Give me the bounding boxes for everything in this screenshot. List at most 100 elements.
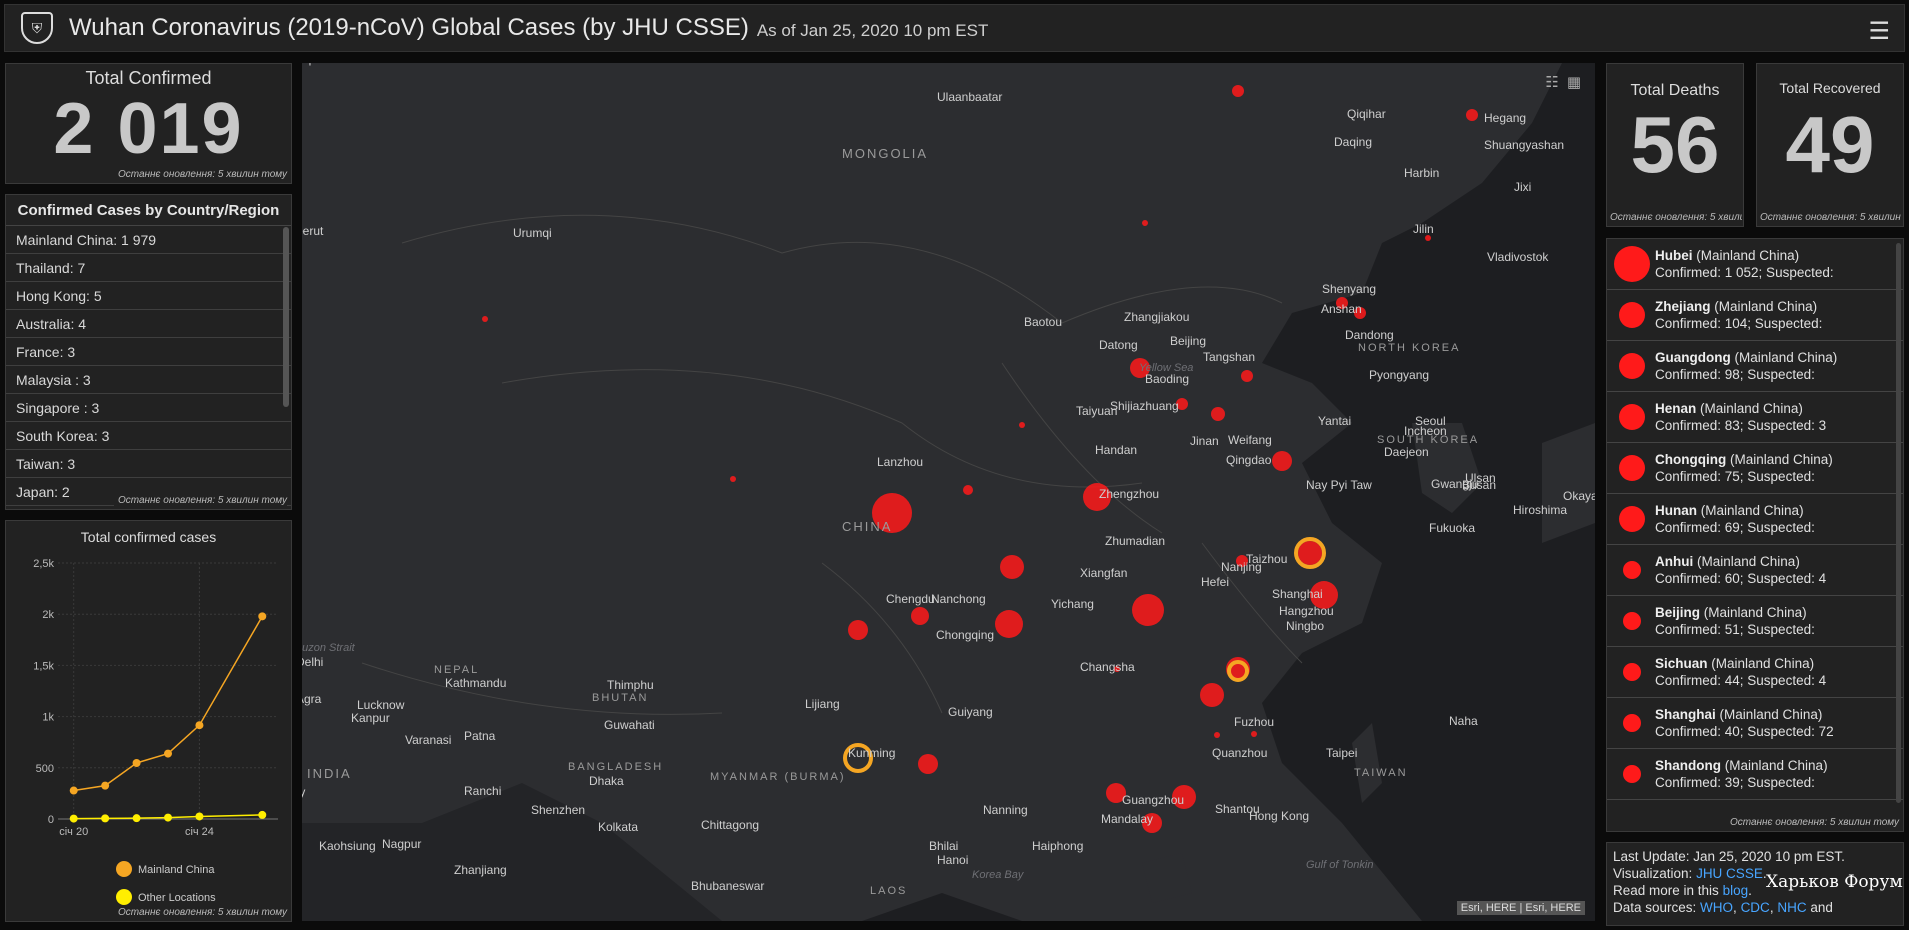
country-list-item[interactable]: Singapore : 3 [6,394,291,422]
case-dot-icon [1619,455,1645,481]
case-dot-icon [1623,714,1641,732]
jhu-shield-icon: ⛨ [21,12,53,44]
case-dot-icon [1619,506,1645,532]
map-view[interactable]: MONGOLIA CHINA INDIA NEPAL BHUTAN BANGLADESH M… [302,63,1595,921]
case-marker[interactable] [911,607,929,625]
case-marker[interactable] [730,476,736,482]
nhc-link[interactable]: NHC [1777,900,1806,915]
case-dot-icon [1623,612,1641,630]
case-marker[interactable] [482,316,488,322]
case-marker[interactable] [1298,541,1322,565]
city-label: Luzon Strait [302,642,356,654]
total-deaths-value: 56 [1630,100,1720,189]
total-deaths-label: Total Deaths [1630,82,1720,99]
country-label: MYANMAR (BURMA) [710,771,846,783]
case-marker[interactable] [1000,555,1024,579]
region-list-item[interactable]: Hunan (Mainland China) Confirmed: 69; Sus… [1607,494,1903,545]
country-panel-header: Confirmed Cases by Country/Region [6,195,291,226]
region-list-item[interactable]: Guangdong (Mainland China) Confirmed: 98;… [1607,341,1903,392]
chart-title: Total confirmed cases [80,529,217,545]
city-label: Guangzhou [1122,793,1184,807]
city-label: Qiqihar [1347,107,1386,121]
region-list-item[interactable]: Beijing (Mainland China) Confirmed: 51; S… [1607,596,1903,647]
read-more-prefix: Read more in this [1613,883,1723,898]
last-updated-note: Останнє оновлення: 5 хвилин тому [1725,817,1899,828]
region-name: Shanghai [1655,707,1716,722]
city-label: Chongqing [936,628,994,642]
city-label: Zhengzhou [1099,487,1159,501]
country-list-item[interactable]: Thailand: 7 [6,254,291,282]
city-label: Ningbo [1286,619,1324,633]
city-label: Guwahati [604,718,655,732]
city-label: Shenyang [1322,282,1376,296]
map-canvas[interactable]: MONGOLIA CHINA INDIA NEPAL BHUTAN BANGLADESH M… [302,63,1595,921]
data-point [69,786,78,795]
data-sources-prefix: Data sources: [1613,900,1701,915]
country-list-item[interactable]: Mainland China: 1 979 [6,226,291,254]
country-list-scrollbar[interactable] [283,227,289,407]
total-recovered-value: 49 [1785,100,1875,189]
list-view-icon[interactable]: ☷ [1545,73,1558,91]
case-marker[interactable] [963,485,973,495]
city-label: Mandalay [1101,812,1153,826]
country-list-item[interactable]: Taiwan: 3 [6,450,291,478]
case-marker[interactable] [1232,85,1244,97]
case-marker[interactable] [1214,732,1220,738]
region-list-item[interactable]: Sichuan (Mainland China) Confirmed: 44; S… [1607,647,1903,698]
data-point [101,781,110,790]
city-label: Fukuoka [1429,521,1475,535]
country-list-item[interactable]: Hong Kong: 5 [6,282,291,310]
blog-link[interactable]: blog [1723,883,1749,898]
city-label: Patna [464,729,496,743]
country-label: BHUTAN [592,692,648,704]
last-updated-note: Останнє оновлення: 5 хвилин тому [117,169,287,180]
country-list-item[interactable]: Malaysia : 3 [6,366,291,394]
cdc-link[interactable]: CDC [1741,900,1770,915]
case-marker[interactable] [1466,109,1478,121]
total-confirmed-label: Total Confirmed [85,68,212,88]
region-place: (Mainland China) [1700,503,1804,518]
country-list-item[interactable]: France: 3 [6,338,291,366]
case-marker[interactable] [848,620,868,640]
case-marker[interactable] [1200,683,1224,707]
case-marker[interactable] [1251,731,1257,737]
data-point [132,758,141,767]
hainan-land [1142,853,1192,903]
region-list-item[interactable]: Henan (Mainland China) Confirmed: 83; Sus… [1607,392,1903,443]
region-name: Henan [1655,401,1697,416]
city-label: Yantai [1318,414,1351,428]
case-marker[interactable] [1272,451,1292,471]
who-link[interactable]: WHO [1700,900,1733,915]
region-list-item[interactable]: Hubei (Mainland China) Confirmed: 1 052; … [1607,239,1903,290]
region-list-item[interactable]: Chongqing (Mainland China) Confirmed: 75;… [1607,443,1903,494]
city-label: Taipei [1326,746,1357,760]
case-marker[interactable] [1142,220,1148,226]
case-dot-icon [1619,353,1645,379]
grid-view-icon[interactable]: ▦ [1567,73,1581,91]
region-name: Beijing [1655,605,1701,620]
case-marker[interactable] [918,754,938,774]
case-marker[interactable] [1211,407,1225,421]
region-list-scrollbar[interactable] [1896,243,1901,803]
case-marker[interactable] [1132,594,1164,626]
city-label: Anshan [1321,302,1362,316]
case-marker[interactable] [1019,422,1025,428]
city-label: Hiroshima [1513,503,1567,517]
region-list-item[interactable]: Zhejiang (Mainland China) Confirmed: 104;… [1607,290,1903,341]
city-label: Changsha [1080,660,1135,674]
region-list-item[interactable]: Shanghai (Mainland China) Confirmed: 40; … [1607,698,1903,749]
jhu-csse-link[interactable]: JHU CSSE [1696,866,1763,881]
city-label: Busan [1462,478,1496,492]
header-bar: ⛨ Wuhan Coronavirus (2019-nCoV) Global C… [4,4,1905,52]
case-marker[interactable] [1241,370,1253,382]
city-label: Yellow Sea [1139,362,1193,374]
country-list-item[interactable]: Australia: 4 [6,310,291,338]
region-list-item[interactable]: Shandong (Mainland China) Confirmed: 39; … [1607,749,1903,800]
case-marker[interactable] [995,610,1023,638]
data-point [164,749,172,758]
total-deaths-panel: Total Deaths 56 Останнє оновлення: 5 хви… [1606,63,1744,227]
country-list-item[interactable]: South Korea: 3 [6,422,291,450]
hamburger-menu-icon[interactable]: ☰ [1868,17,1890,46]
city-label: Ranchi [464,784,501,798]
region-list-item[interactable]: Anhui (Mainland China) Confirmed: 60; Sus… [1607,545,1903,596]
